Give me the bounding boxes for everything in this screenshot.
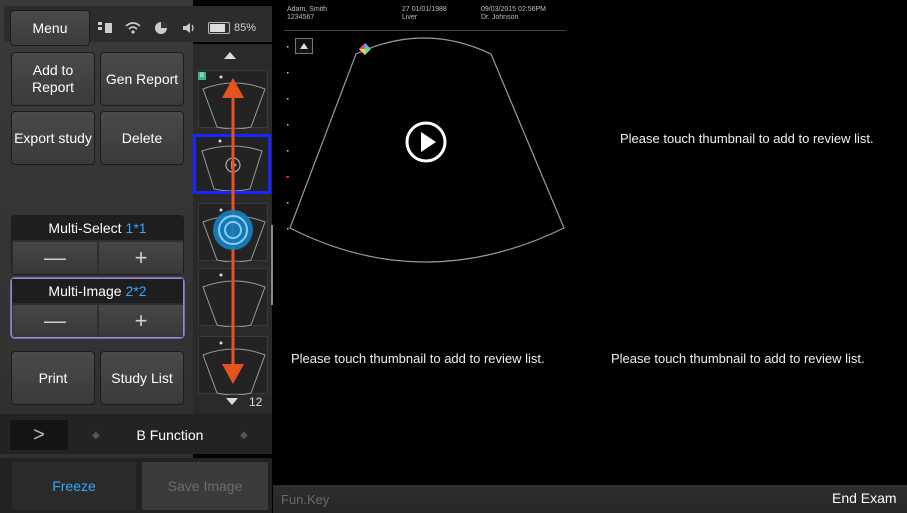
speaker-icon: [180, 19, 198, 37]
multi-select-stepper: Multi-Select 1*1 — +: [11, 215, 184, 275]
multi-select-label: Multi-Select: [48, 220, 122, 236]
study-list-button[interactable]: Study List: [100, 351, 184, 405]
multi-select-value: 1*1: [125, 220, 147, 236]
multi-image-title: Multi-Image 2*2: [12, 279, 183, 303]
patient-name-id: Adam, Smith 1234567: [287, 6, 327, 22]
scroll-down-icon[interactable]: [226, 398, 238, 405]
multi-image-value: 2*2: [125, 283, 147, 299]
multi-select-title: Multi-Select 1*1: [12, 216, 183, 240]
menu-button[interactable]: Menu: [10, 10, 90, 46]
add-to-report-button[interactable]: Add to Report: [11, 52, 95, 106]
multi-image-plus-button[interactable]: +: [99, 305, 183, 337]
bottom-bar: [273, 485, 907, 513]
review-list-message: Please touch thumbnail to add to review …: [291, 351, 545, 366]
freeze-button[interactable]: Freeze: [12, 462, 136, 510]
swipe-gesture-icon: [213, 78, 253, 384]
multi-image-stepper: Multi-Image 2*2 — +: [11, 278, 184, 338]
patient-dob: 27 01/01/1988: [402, 6, 447, 13]
patient-dob-exam: 27 01/01/1988 Liver: [402, 6, 447, 22]
doctor-name: Dr. Johnson: [481, 14, 519, 21]
review-list-message: Please touch thumbnail to add to review …: [620, 131, 874, 146]
exam-datetime: 09/03/2015 02:56PM: [481, 6, 546, 13]
b-function-label[interactable]: B Function: [100, 420, 240, 450]
save-image-button[interactable]: Save Image: [142, 462, 268, 510]
network-icon: [96, 19, 114, 37]
disc-icon: [152, 19, 170, 37]
gen-report-button[interactable]: Gen Report: [100, 52, 184, 106]
header-divider: [284, 30, 566, 31]
play-button[interactable]: [404, 120, 448, 169]
review-list-message: Please touch thumbnail to add to review …: [611, 351, 865, 366]
status-icons: 85%: [96, 14, 256, 42]
multi-image-minus-button[interactable]: —: [13, 305, 97, 337]
print-button[interactable]: Print: [11, 351, 95, 405]
thumbnail-count: 12: [249, 395, 263, 409]
battery-indicator: 85%: [208, 22, 256, 34]
next-function-arrow-icon[interactable]: ◆: [240, 430, 250, 441]
exam-datetime-doctor: 09/03/2015 02:56PM Dr. Johnson: [481, 6, 546, 22]
battery-percent: 85%: [234, 22, 257, 34]
exam-type: Liver: [402, 14, 418, 21]
scroll-up-icon[interactable]: [224, 52, 236, 59]
wifi-icon: [124, 19, 142, 37]
multi-select-minus-button[interactable]: —: [13, 242, 97, 274]
expand-chevron-button[interactable]: >: [10, 420, 68, 450]
delete-button[interactable]: Delete: [100, 111, 184, 165]
multi-select-plus-button[interactable]: +: [99, 242, 183, 274]
patient-id: 1234567: [287, 14, 315, 21]
battery-icon: [208, 22, 230, 34]
patient-name: Adam, Smith: [287, 6, 328, 13]
export-study-button[interactable]: Export study: [11, 111, 95, 165]
end-exam-button[interactable]: End Exam: [832, 490, 897, 506]
multi-image-label: Multi-Image: [48, 283, 122, 299]
fun-key-button[interactable]: Fun.Key: [281, 492, 329, 507]
probe-orientation-icon: [358, 42, 372, 56]
